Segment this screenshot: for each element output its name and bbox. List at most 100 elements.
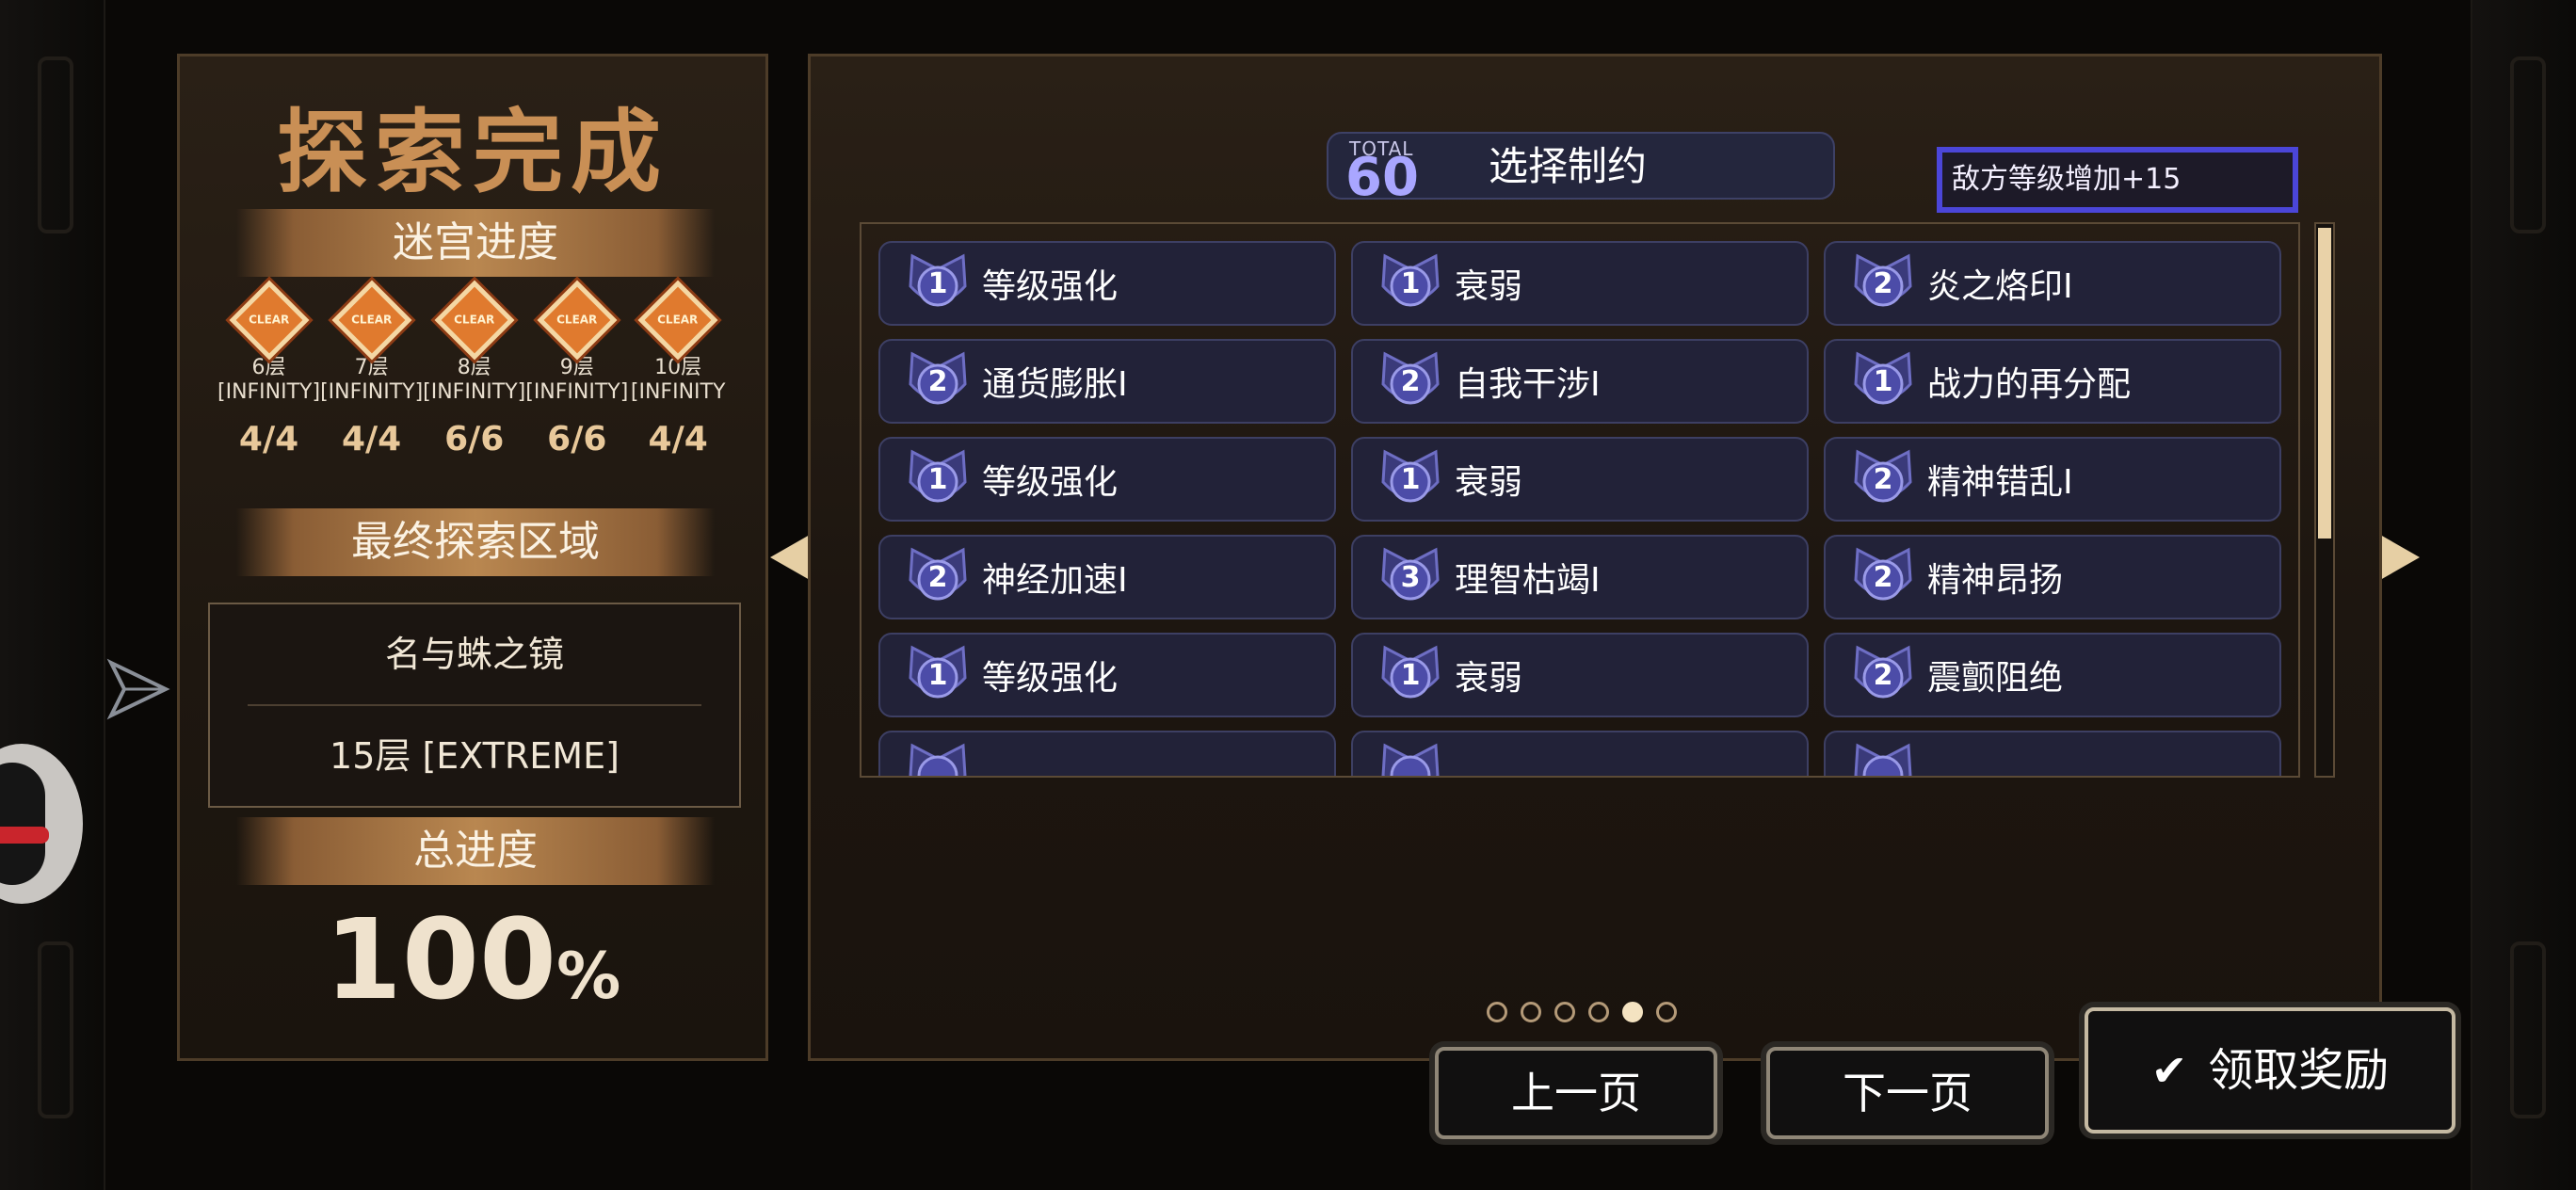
final-area-banner: 最终探索区域 xyxy=(236,508,715,576)
floor-mode: [INFINITY] xyxy=(525,380,629,404)
restriction-card[interactable]: 2 自我干涉I xyxy=(1351,339,1809,424)
final-area-name: 名与蛛之镜 xyxy=(248,604,701,706)
restriction-card[interactable]: 2 神经加速I xyxy=(878,535,1336,619)
restriction-level-icon: 2 xyxy=(1848,542,1918,612)
floor-count: 4/4 xyxy=(648,420,708,458)
restriction-level: 2 xyxy=(1873,267,1893,300)
restriction-level-icon: 2 xyxy=(1848,249,1918,318)
frame-notch xyxy=(38,941,73,1118)
restriction-card[interactable] xyxy=(878,731,1336,776)
restriction-card[interactable]: 2 精神昂扬 xyxy=(1824,535,2281,619)
restriction-name: 等级强化 xyxy=(982,463,1119,502)
clear-medal-icon: CLEAR xyxy=(434,280,515,361)
restriction-name: 等级强化 xyxy=(982,659,1119,698)
floor-mode: [INFINITY] xyxy=(217,380,321,404)
restriction-card[interactable]: 2 精神错乱I xyxy=(1824,437,2281,522)
frame-notch xyxy=(38,56,73,233)
page-dot[interactable] xyxy=(1521,1002,1541,1022)
page-dot[interactable] xyxy=(1622,1002,1643,1022)
penguin-scarf xyxy=(0,827,49,844)
floor-item: CLEAR 10层 [INFINITY 4/4 xyxy=(628,280,728,458)
page-dot[interactable] xyxy=(1588,1002,1609,1022)
restriction-level-icon: 2 xyxy=(903,542,973,612)
restriction-header: TOTAL 60 选择制约 xyxy=(1327,132,1835,208)
restriction-card[interactable]: 1 衰弱 xyxy=(1351,241,1809,326)
floor-mode: [INFINITY] xyxy=(320,380,424,404)
restriction-card[interactable]: 2 震颤阻绝 xyxy=(1824,633,2281,717)
restriction-level: 1 xyxy=(1400,659,1421,692)
clear-medal-icon: CLEAR xyxy=(537,280,618,361)
restriction-level: 2 xyxy=(1873,463,1893,496)
restriction-level: 1 xyxy=(927,659,948,692)
check-icon: ✔ xyxy=(2150,1045,2188,1096)
restriction-card[interactable]: 1 衰弱 xyxy=(1351,633,1809,717)
right-frame-edge xyxy=(2471,0,2576,1190)
restriction-name: 精神昂扬 xyxy=(1927,561,2064,600)
prev-page-button[interactable]: 上一页 xyxy=(1435,1047,1717,1139)
send-icon[interactable] xyxy=(105,655,171,721)
restriction-title: 选择制约 xyxy=(1489,143,1648,189)
clear-medal-icon: CLEAR xyxy=(331,280,412,361)
page-indicator xyxy=(1487,1002,1677,1022)
claim-reward-button[interactable]: ✔ 领取奖励 xyxy=(2085,1007,2455,1134)
restriction-name: 衰弱 xyxy=(1455,659,1523,698)
restriction-level-icon: 1 xyxy=(1376,640,1445,710)
restriction-card[interactable]: 1 等级强化 xyxy=(878,241,1336,326)
restriction-level-icon: 3 xyxy=(1376,542,1445,612)
floor-item: CLEAR 9层 [INFINITY] 6/6 xyxy=(525,280,629,458)
total-progress-banner: 总进度 xyxy=(236,817,715,885)
restriction-name: 等级强化 xyxy=(982,267,1119,306)
restriction-card[interactable]: 2 炎之烙印I xyxy=(1824,241,2281,326)
restriction-level-icon xyxy=(1376,738,1445,776)
restriction-name: 炎之烙印I xyxy=(1927,267,2073,306)
restriction-level: 2 xyxy=(1873,561,1893,594)
next-page-button[interactable]: 下一页 xyxy=(1766,1047,2049,1139)
floor-progress-list: CLEAR 6层 [INFINITY] 4/4 CLEAR 7层 [INFINI… xyxy=(217,280,728,458)
floor-mode: [INFINITY xyxy=(630,380,726,404)
restriction-card[interactable]: 1 等级强化 xyxy=(878,633,1336,717)
final-area-floor: 15层 [EXTREME] xyxy=(330,735,620,777)
restriction-level: 3 xyxy=(1400,561,1421,594)
scrollbar-thumb[interactable] xyxy=(2318,228,2331,539)
restriction-level-icon: 1 xyxy=(903,249,973,318)
restriction-level-icon: 1 xyxy=(1376,444,1445,514)
restriction-card[interactable]: 1 等级强化 xyxy=(878,437,1336,522)
restriction-level-icon: 1 xyxy=(1848,346,1918,416)
restriction-scrollbar[interactable] xyxy=(2314,222,2335,778)
clear-medal-icon: CLEAR xyxy=(229,280,309,361)
restriction-name: 衰弱 xyxy=(1455,463,1523,502)
restriction-level-icon: 1 xyxy=(903,444,973,514)
frame-notch xyxy=(2510,941,2546,1118)
restriction-level-icon: 1 xyxy=(1376,249,1445,318)
restriction-level-icon: 2 xyxy=(1376,346,1445,416)
total-value: 60 xyxy=(1345,147,1419,208)
restriction-card[interactable] xyxy=(1824,731,2281,776)
restriction-level-icon: 2 xyxy=(1848,444,1918,514)
page-dot[interactable] xyxy=(1554,1002,1575,1022)
total-progress-value: 100% xyxy=(324,894,621,1024)
restriction-level-icon xyxy=(1848,738,1918,776)
floor-item: CLEAR 7层 [INFINITY] 4/4 xyxy=(320,280,424,458)
floor-count: 6/6 xyxy=(444,420,505,458)
page-dot[interactable] xyxy=(1656,1002,1677,1022)
restriction-level: 1 xyxy=(927,463,948,496)
page-dot[interactable] xyxy=(1487,1002,1507,1022)
restriction-level: 1 xyxy=(1873,365,1893,398)
restriction-name: 理智枯竭I xyxy=(1455,561,1601,600)
restriction-level: 2 xyxy=(927,561,948,594)
penguin-body xyxy=(0,763,45,885)
restriction-list[interactable]: 1 等级强化 1 衰弱 2 炎之烙印I 2 通货膨胀I 2 自我干涉I 1 战力的再分配 1 等级强化 1 衰… xyxy=(860,222,2300,778)
restriction-card[interactable]: 1 衰弱 xyxy=(1351,437,1809,522)
restriction-name: 衰弱 xyxy=(1455,267,1523,306)
restriction-card[interactable]: 3 理智枯竭I xyxy=(1351,535,1809,619)
frame-notch xyxy=(2510,56,2546,233)
restriction-level: 2 xyxy=(1873,659,1893,692)
floor-count: 6/6 xyxy=(547,420,607,458)
restriction-card[interactable]: 2 通货膨胀I xyxy=(878,339,1336,424)
restriction-level-icon: 2 xyxy=(1848,640,1918,710)
claim-reward-label: 领取奖励 xyxy=(2208,1044,2390,1097)
restriction-name: 精神错乱I xyxy=(1927,463,2073,502)
restriction-card[interactable]: 1 战力的再分配 xyxy=(1824,339,2281,424)
restriction-select-panel: TOTAL 60 选择制约 敌方等级增加+15 1 等级强化 1 衰弱 2 炎之烙印I 2 通… xyxy=(808,54,2382,1061)
restriction-card[interactable] xyxy=(1351,731,1809,776)
